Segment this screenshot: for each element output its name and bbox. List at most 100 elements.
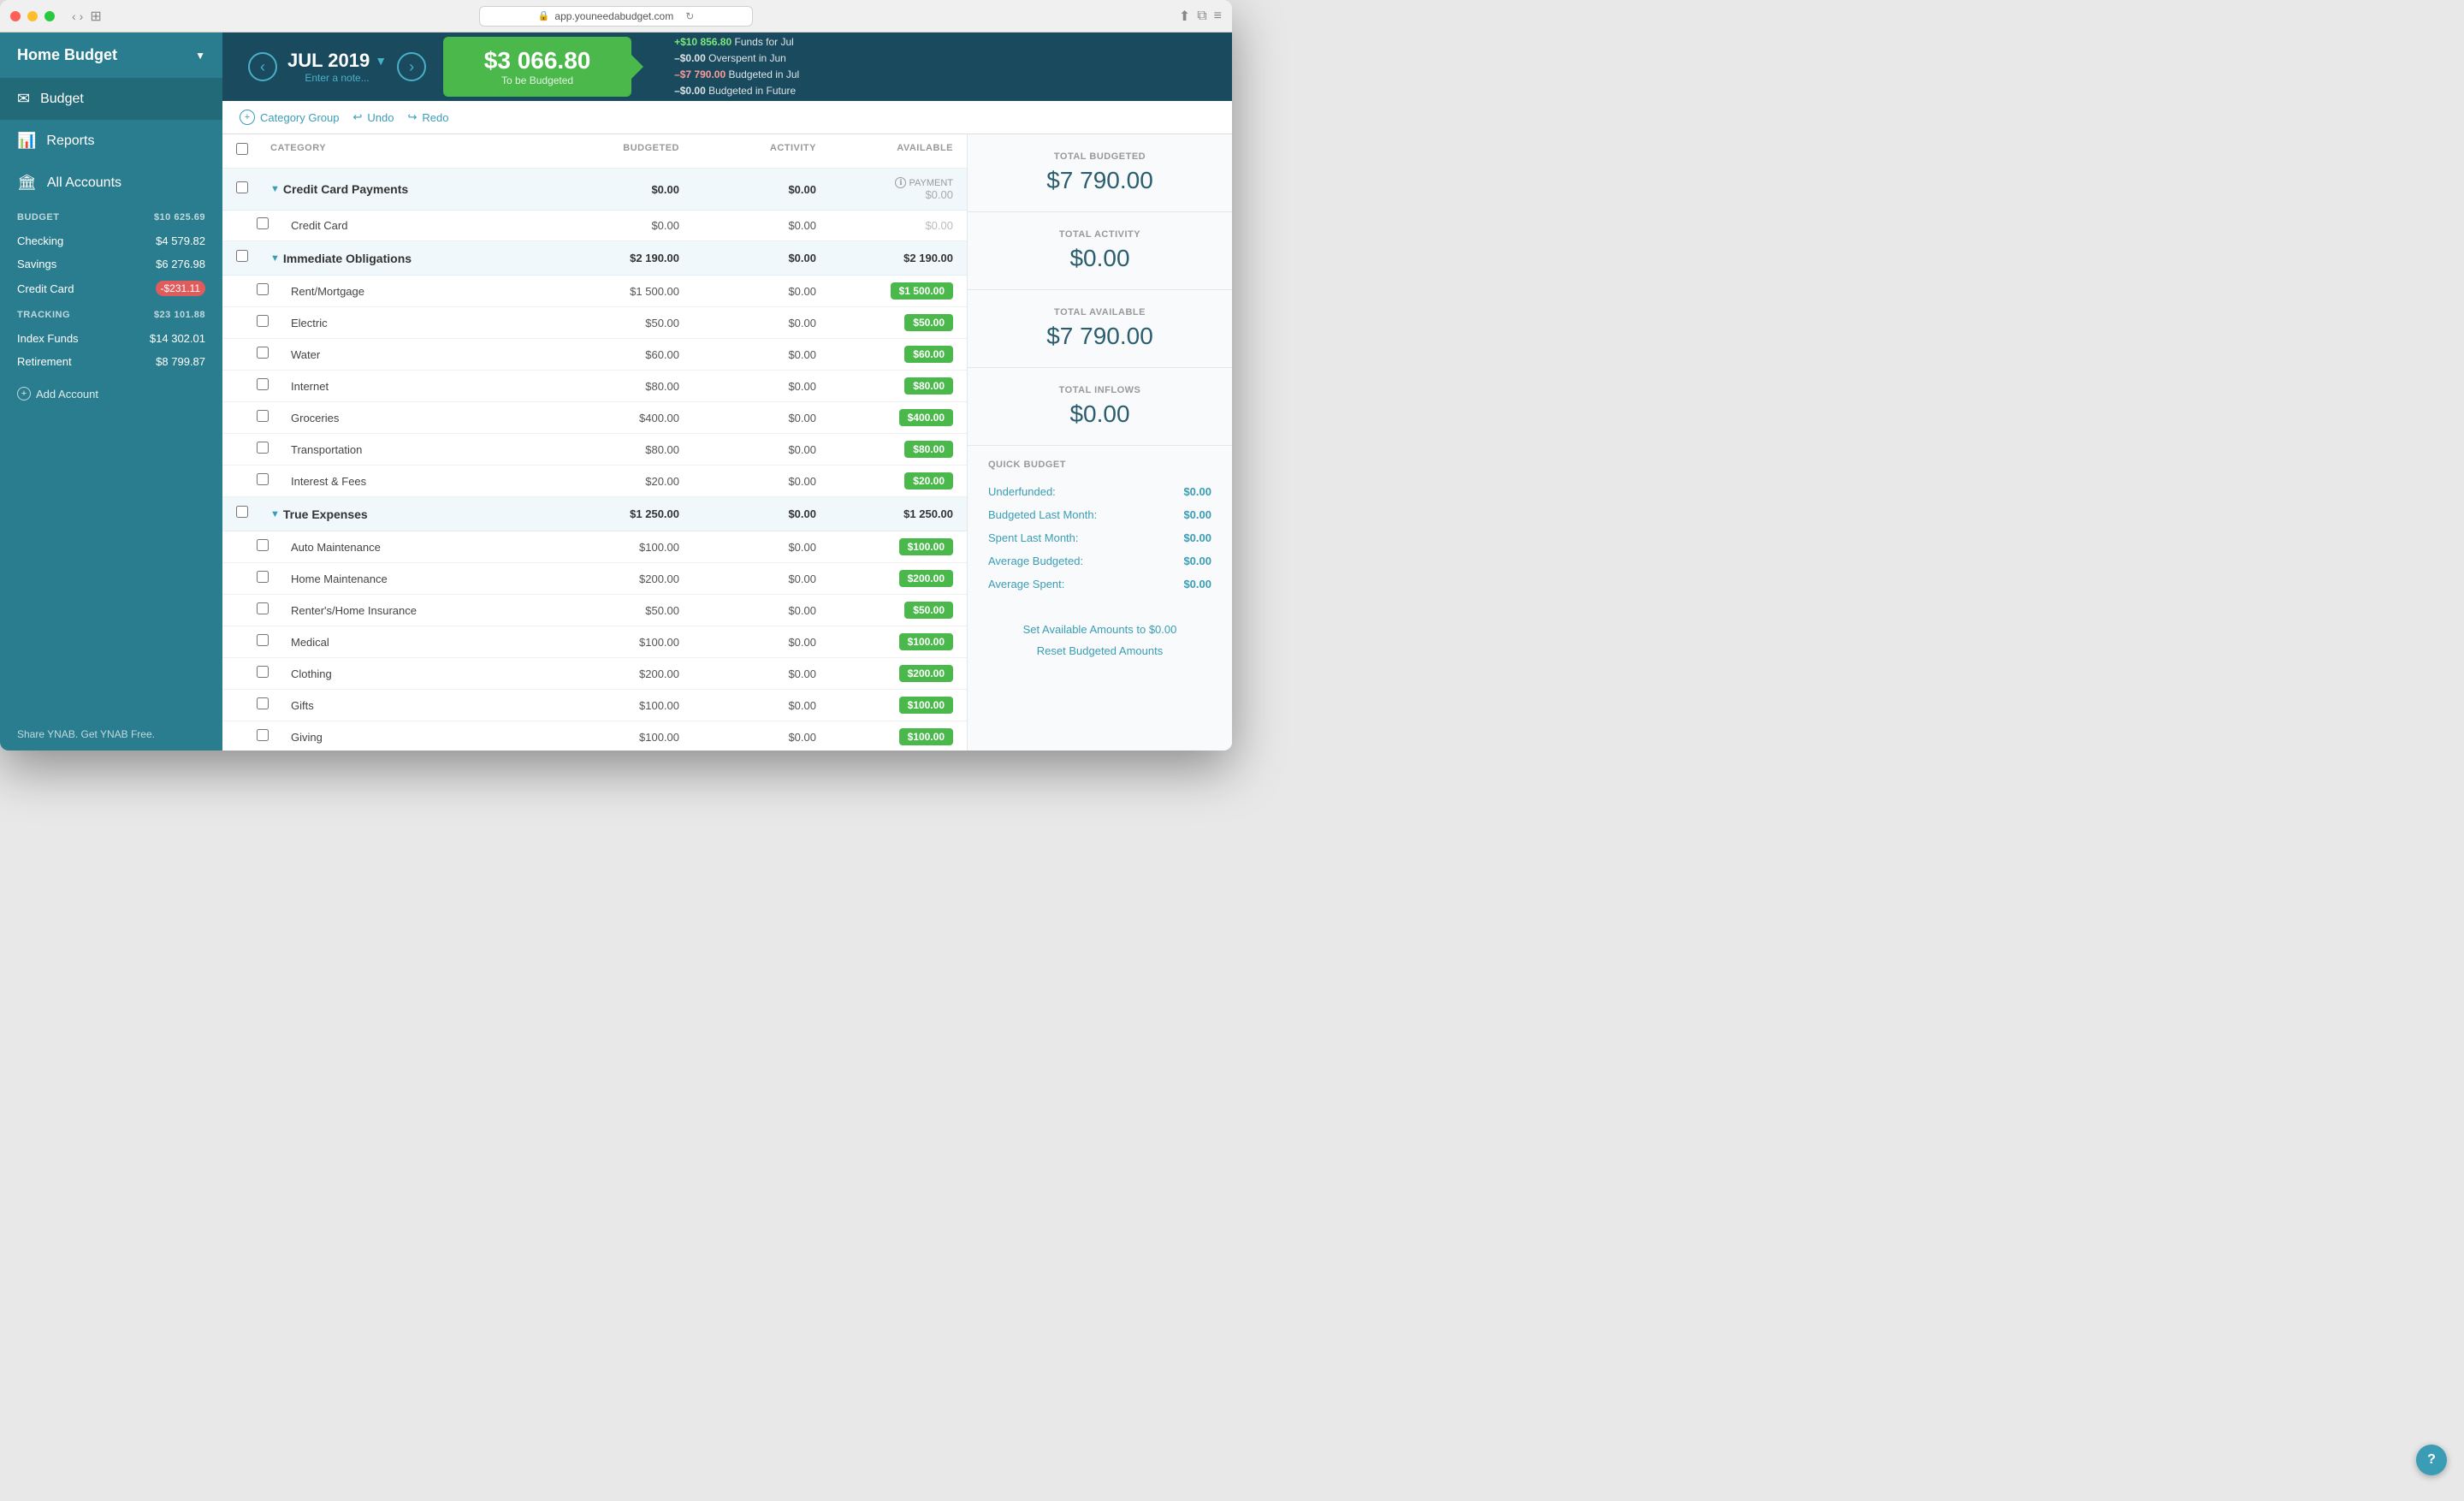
group-checkbox-te[interactable] [236, 506, 270, 522]
minimize-button[interactable] [27, 11, 38, 21]
account-retirement-balance: $8 799.87 [156, 355, 205, 368]
more-button[interactable]: ≡ [1214, 8, 1222, 25]
cat-name-clothing: Clothing [291, 667, 542, 680]
total-activity-title: TOTAL ACTIVITY [988, 229, 1211, 240]
group-checkbox-io[interactable] [236, 250, 270, 266]
category-row-clothing[interactable]: Clothing $200.00 $0.00 $200.00 [222, 658, 967, 690]
category-row-gifts[interactable]: Gifts $100.00 $0.00 $100.00 [222, 690, 967, 721]
forward-button[interactable]: › [80, 9, 84, 23]
cat-activity-cc: $0.00 [679, 219, 816, 232]
group-checkbox-ccp[interactable] [236, 181, 270, 198]
account-savings[interactable]: Savings $6 276.98 [0, 252, 222, 276]
group-true-expenses[interactable]: ▼ True Expenses $1 250.00 $0.00 $1 250.0… [222, 497, 967, 531]
refresh-icon[interactable]: ↻ [685, 10, 694, 22]
category-row-interest-fees[interactable]: Interest & Fees $20.00 $0.00 $20.00 [222, 466, 967, 497]
account-index-funds[interactable]: Index Funds $14 302.01 [0, 327, 222, 350]
payment-info-icon: ℹ [895, 177, 906, 188]
summary-overspent-jun: –$0.00 Overspent in Jun [674, 50, 799, 67]
sidebar-all-accounts-label: All Accounts [47, 175, 121, 191]
maximize-button[interactable] [44, 11, 55, 21]
account-retirement[interactable]: Retirement $8 799.87 [0, 350, 222, 373]
category-row-credit-card[interactable]: Credit Card $0.00 $0.00 $0.00 [222, 211, 967, 241]
category-row-transportation[interactable]: Transportation $80.00 $0.00 $80.00 [222, 434, 967, 466]
sidebar-toggle-button[interactable]: ⊞ [90, 8, 101, 25]
cat-checkbox-auto[interactable] [257, 539, 291, 555]
qb-underfunded[interactable]: Underfunded: $0.00 [988, 480, 1211, 503]
category-row-home-maintenance[interactable]: Home Maintenance $200.00 $0.00 $200.00 [222, 563, 967, 595]
add-account-button[interactable]: + Add Account [17, 387, 205, 400]
help-button[interactable]: ? [2416, 1445, 2447, 1475]
group-activity-ccp: $0.00 [679, 183, 816, 196]
cat-checkbox-transportation[interactable] [257, 442, 291, 458]
cat-checkbox-gifts[interactable] [257, 697, 291, 714]
cat-checkbox-home-maint[interactable] [257, 571, 291, 587]
category-row-auto-maintenance[interactable]: Auto Maintenance $100.00 $0.00 $100.00 [222, 531, 967, 563]
add-account-label: Add Account [36, 388, 98, 400]
cat-available-water: $60.00 [904, 346, 953, 363]
qb-average-spent[interactable]: Average Spent: $0.00 [988, 573, 1211, 596]
sidebar-item-reports[interactable]: 📊 Reports [0, 120, 222, 162]
cat-activity-clothing: $0.00 [679, 667, 816, 680]
category-row-groceries[interactable]: Groceries $400.00 $0.00 $400.00 [222, 402, 967, 434]
category-row-electric[interactable]: Electric $50.00 $0.00 $50.00 [222, 307, 967, 339]
qb-spent-last-month[interactable]: Spent Last Month: $0.00 [988, 526, 1211, 549]
sidebar-item-all-accounts[interactable]: 🏛 All Accounts [0, 162, 222, 204]
cat-checkbox-rent[interactable] [257, 283, 291, 300]
account-checking-name: Checking [17, 234, 63, 247]
tracking-section-label: TRACKING [17, 310, 70, 320]
cat-checkbox-medical[interactable] [257, 634, 291, 650]
cat-checkbox-insurance[interactable] [257, 602, 291, 619]
redo-button[interactable]: ↪ Redo [407, 110, 448, 124]
category-row-rent[interactable]: Rent/Mortgage $1 500.00 $0.00 $1 500.00 [222, 276, 967, 307]
next-month-button[interactable]: › [397, 52, 426, 81]
cat-checkbox-water[interactable] [257, 347, 291, 363]
cat-checkbox-electric[interactable] [257, 315, 291, 331]
cat-checkbox-cc[interactable] [257, 217, 291, 234]
sidebar-header[interactable]: Home Budget ▼ [0, 33, 222, 78]
sidebar-item-budget[interactable]: ✉ Budget [0, 78, 222, 120]
qb-average-budgeted[interactable]: Average Budgeted: $0.00 [988, 549, 1211, 573]
account-credit-card[interactable]: Credit Card -$231.11 [0, 276, 222, 301]
group-toggle-icon-io[interactable]: ▼ [270, 253, 280, 264]
category-row-insurance[interactable]: Renter's/Home Insurance $50.00 $0.00 $50… [222, 595, 967, 626]
category-row-water[interactable]: Water $60.00 $0.00 $60.00 [222, 339, 967, 371]
month-note[interactable]: Enter a note... [287, 72, 387, 84]
cat-activity-rent: $0.00 [679, 285, 816, 298]
set-available-link[interactable]: Set Available Amounts to $0.00 [1023, 623, 1177, 636]
category-row-internet[interactable]: Internet $80.00 $0.00 $80.00 [222, 371, 967, 402]
month-selector[interactable]: JUL 2019 ▼ [287, 50, 387, 72]
account-checking[interactable]: Checking $4 579.82 [0, 229, 222, 252]
cat-checkbox-groceries[interactable] [257, 410, 291, 426]
add-category-icon: + [240, 110, 255, 125]
sidebar-footer[interactable]: Share YNAB. Get YNAB Free. [0, 718, 222, 750]
group-immediate-obligations[interactable]: ▼ Immediate Obligations $2 190.00 $0.00 … [222, 241, 967, 276]
category-row-giving[interactable]: Giving $100.00 $0.00 $100.00 [222, 721, 967, 750]
category-group-button[interactable]: + Category Group [240, 110, 340, 125]
group-toggle-icon-ccp[interactable]: ▼ [270, 184, 280, 194]
cat-budgeted-insurance: $50.00 [542, 604, 679, 617]
undo-button[interactable]: ↩ Undo [353, 110, 394, 124]
total-inflows-section: TOTAL INFLOWS $0.00 [968, 368, 1232, 446]
url-bar[interactable]: 🔒 app.youneedabudget.com ↻ [479, 6, 753, 27]
cat-checkbox-giving[interactable] [257, 729, 291, 745]
back-button[interactable]: ‹ [72, 9, 76, 23]
right-panel: TOTAL BUDGETED $7 790.00 TOTAL ACTIVITY … [967, 134, 1232, 750]
category-row-medical[interactable]: Medical $100.00 $0.00 $100.00 [222, 626, 967, 658]
reset-budgeted-link[interactable]: Reset Budgeted Amounts [1037, 644, 1163, 657]
cat-checkbox-clothing[interactable] [257, 666, 291, 682]
close-button[interactable] [10, 11, 21, 21]
group-toggle-icon-te[interactable]: ▼ [270, 509, 280, 519]
total-activity-section: TOTAL ACTIVITY $0.00 [968, 212, 1232, 290]
cat-name-water: Water [291, 348, 542, 361]
qb-budgeted-last-month[interactable]: Budgeted Last Month: $0.00 [988, 503, 1211, 526]
total-budgeted-section: TOTAL BUDGETED $7 790.00 [968, 134, 1232, 212]
cat-checkbox-internet[interactable] [257, 378, 291, 395]
share-button[interactable]: ⬆ [1179, 8, 1190, 25]
undo-label: Undo [367, 111, 394, 124]
window-button[interactable]: ⧉ [1197, 8, 1206, 25]
header-checkbox[interactable] [236, 143, 270, 159]
group-credit-card-payments[interactable]: ▼ Credit Card Payments $0.00 $0.00 ℹ PAY… [222, 169, 967, 211]
redo-icon: ↪ [407, 110, 417, 124]
prev-month-button[interactable]: ‹ [248, 52, 277, 81]
cat-checkbox-interest[interactable] [257, 473, 291, 489]
